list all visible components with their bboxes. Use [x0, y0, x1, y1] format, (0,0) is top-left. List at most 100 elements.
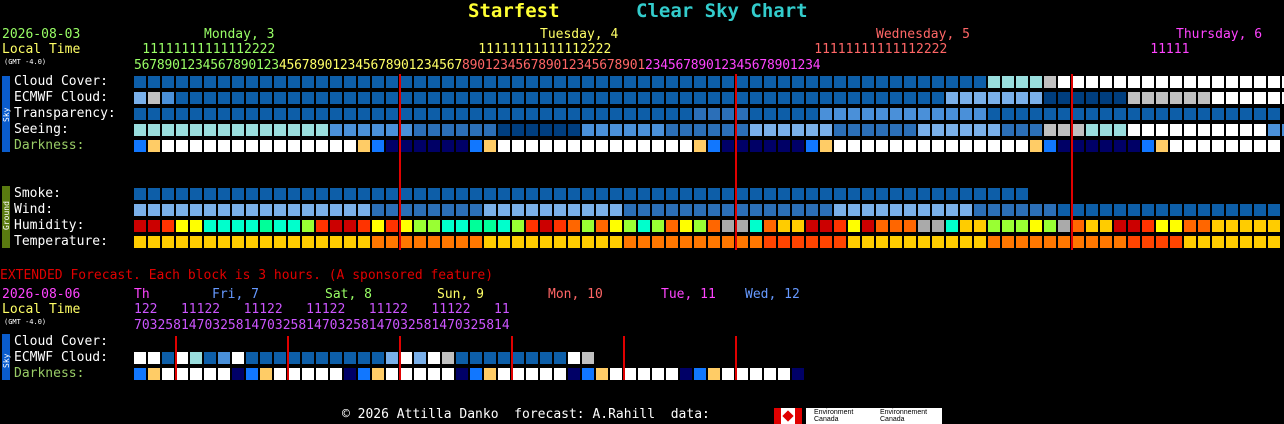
forecast-block	[1170, 124, 1182, 136]
forecast-block	[918, 140, 930, 152]
forecast-block	[1156, 220, 1168, 232]
forecast-block	[848, 140, 860, 152]
forecast-block	[974, 220, 986, 232]
forecast-block	[372, 124, 384, 136]
forecast-block	[526, 236, 538, 248]
forecast-block	[1072, 124, 1084, 136]
forecast-block	[1128, 140, 1140, 152]
forecast-block	[876, 220, 888, 232]
forecast-block	[358, 236, 370, 248]
forecast-block	[260, 92, 272, 104]
forecast-block	[722, 76, 734, 88]
forecast-block	[288, 220, 300, 232]
forecast-block	[862, 204, 874, 216]
forecast-block	[568, 140, 580, 152]
forecast-block	[1058, 236, 1070, 248]
forecast-block	[792, 76, 804, 88]
day-label-monday: Monday, 3	[204, 27, 275, 42]
forecast-block	[806, 92, 818, 104]
forecast-block	[344, 236, 356, 248]
forecast-block	[498, 124, 510, 136]
forecast-block	[862, 108, 874, 120]
forecast-block	[932, 140, 944, 152]
forecast-block	[316, 92, 328, 104]
label-darkness: Darkness:	[14, 138, 85, 153]
forecast-block	[414, 140, 426, 152]
forecast-block	[442, 236, 454, 248]
forecast-block	[1184, 140, 1196, 152]
forecast-block	[1156, 140, 1168, 152]
forecast-block	[778, 204, 790, 216]
forecast-block	[1002, 124, 1014, 136]
forecast-block	[484, 352, 496, 364]
forecast-block	[232, 140, 244, 152]
forecast-block	[820, 124, 832, 136]
forecast-block	[904, 76, 916, 88]
forecast-block	[442, 92, 454, 104]
forecast-block	[288, 92, 300, 104]
forecast-block	[1002, 92, 1014, 104]
forecast-block	[246, 368, 258, 380]
forecast-block	[1240, 92, 1252, 104]
forecast-block	[274, 368, 286, 380]
forecast-block	[1128, 236, 1140, 248]
forecast-block	[554, 204, 566, 216]
midnight-line	[735, 74, 737, 250]
forecast-block	[932, 108, 944, 120]
label-transparency: Transparency:	[14, 106, 116, 121]
extended-date: 2026-08-06	[2, 287, 81, 302]
forecast-block	[428, 368, 440, 380]
forecast-block	[246, 352, 258, 364]
forecast-block	[848, 92, 860, 104]
forecast-block	[666, 140, 678, 152]
forecast-block	[596, 204, 608, 216]
forecast-block	[666, 92, 678, 104]
forecast-block	[148, 236, 160, 248]
forecast-block	[1030, 92, 1042, 104]
ext-hour-tens: 122 11122 11122 11122 11122 11122 11	[134, 302, 510, 317]
forecast-block	[834, 140, 846, 152]
forecast-block	[526, 188, 538, 200]
forecast-block	[1002, 140, 1014, 152]
forecast-block	[806, 76, 818, 88]
forecast-block	[246, 220, 258, 232]
forecast-block	[330, 204, 342, 216]
forecast-block	[596, 236, 608, 248]
forecast-block	[1114, 108, 1126, 120]
forecast-block	[1170, 140, 1182, 152]
forecast-block	[330, 108, 342, 120]
forecast-block	[1016, 188, 1028, 200]
forecast-block	[722, 368, 734, 380]
forecast-block	[344, 76, 356, 88]
forecast-block	[442, 140, 454, 152]
ext-midnight-line	[511, 336, 513, 380]
forecast-block	[680, 92, 692, 104]
ext-label-ecmwf-cloud: ECMWF Cloud:	[14, 350, 108, 365]
forecast-block	[610, 92, 622, 104]
forecast-block	[890, 188, 902, 200]
forecast-block	[638, 140, 650, 152]
forecast-block	[1002, 188, 1014, 200]
forecast-block	[862, 92, 874, 104]
forecast-block	[134, 124, 146, 136]
forecast-block	[610, 368, 622, 380]
midnight-line	[1071, 74, 1073, 250]
forecast-block	[316, 220, 328, 232]
ext-day-tuesday: Tue, 11	[661, 287, 716, 302]
forecast-block	[1226, 220, 1238, 232]
forecast-block	[414, 92, 426, 104]
forecast-block	[246, 204, 258, 216]
forecast-block	[1100, 204, 1112, 216]
forecast-block	[862, 220, 874, 232]
forecast-block	[204, 368, 216, 380]
forecast-block	[1002, 204, 1014, 216]
forecast-block	[722, 188, 734, 200]
forecast-block	[792, 188, 804, 200]
forecast-block	[820, 92, 832, 104]
forecast-block	[834, 124, 846, 136]
forecast-block	[386, 140, 398, 152]
forecast-block	[932, 124, 944, 136]
forecast-block	[1128, 76, 1140, 88]
forecast-block	[162, 76, 174, 88]
forecast-block	[204, 204, 216, 216]
